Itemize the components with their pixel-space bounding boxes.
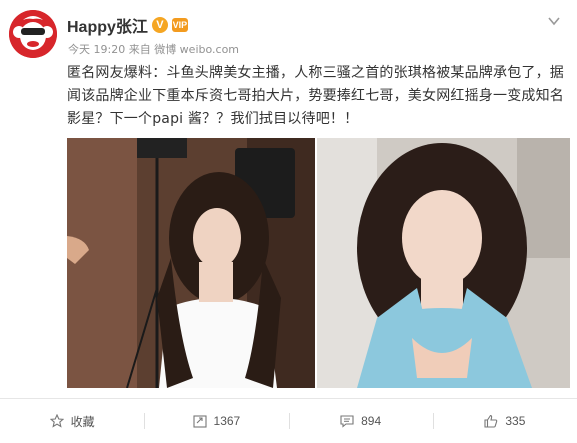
repost-count: 1367 bbox=[213, 414, 241, 428]
verified-badge: V bbox=[151, 17, 168, 33]
post-text: 匿名网友爆料：斗鱼头牌美女主播，人称三骚之首的张琪格被某品牌承包了，据闻该品牌企… bbox=[67, 65, 564, 127]
star-icon bbox=[49, 414, 64, 428]
weibo-post-card: Happy张江 V VIP 今天 19:20 来自 微博 weibo.com 匿… bbox=[0, 0, 577, 443]
action-bar: 收藏 1367 894 335 bbox=[0, 399, 577, 443]
comment-count: 894 bbox=[361, 414, 382, 428]
user-header: Happy张江 V VIP bbox=[67, 14, 188, 36]
photo-left-image bbox=[67, 138, 315, 388]
photo-right[interactable] bbox=[317, 138, 570, 388]
repost-icon bbox=[192, 415, 207, 428]
vip-badge: VIP bbox=[171, 18, 188, 32]
comment-icon bbox=[340, 415, 354, 428]
monkey-avatar-icon bbox=[9, 10, 57, 58]
post-meta: 今天 19:20 来自 微博 weibo.com bbox=[68, 43, 240, 56]
comment-button[interactable]: 894 bbox=[288, 399, 433, 443]
favorite-button[interactable]: 收藏 bbox=[0, 399, 144, 443]
photo-left[interactable] bbox=[67, 138, 315, 388]
favorite-label: 收藏 bbox=[70, 414, 95, 429]
repost-button[interactable]: 1367 bbox=[144, 399, 288, 443]
thumbs-up-icon bbox=[484, 414, 498, 428]
chevron-down-icon[interactable] bbox=[543, 10, 565, 32]
like-count: 335 bbox=[505, 414, 526, 428]
photo-right-image bbox=[317, 138, 570, 388]
like-button[interactable]: 335 bbox=[432, 399, 577, 443]
user-name[interactable]: Happy张江 bbox=[67, 13, 148, 37]
avatar[interactable] bbox=[9, 10, 57, 58]
